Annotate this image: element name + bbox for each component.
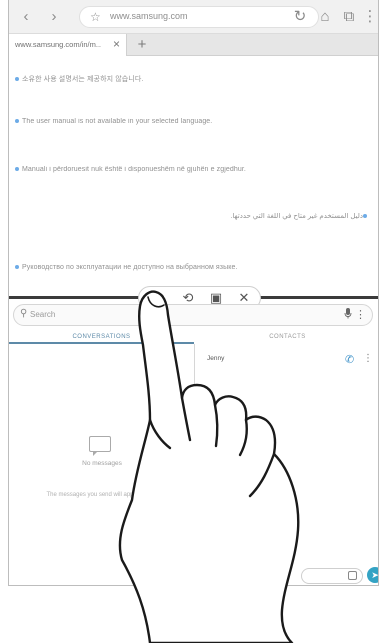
reload-icon[interactable]: ↻ bbox=[291, 8, 309, 26]
messages-search-bar[interactable]: ⚲ Search ⋮ bbox=[13, 304, 373, 326]
web-page-content: 소유한 사용 설명서는 제공하지 않습니다. The user manual i… bbox=[9, 56, 378, 296]
language-line[interactable]: دليل المستخدم غير متاح في اللغة التي حدد… bbox=[230, 212, 370, 220]
conversations-pane: No messages The messages you send will a… bbox=[9, 344, 195, 585]
language-line-text: The user manual is not available in your… bbox=[22, 118, 213, 125]
tab-title: www.samsung.com/in/m... bbox=[15, 40, 101, 49]
new-tab-button[interactable]: + bbox=[133, 36, 151, 54]
forward-icon[interactable]: › bbox=[45, 8, 63, 26]
back-icon[interactable]: ‹ bbox=[17, 8, 35, 26]
language-line-text: Руководство по эксплуатации не доступно … bbox=[22, 264, 238, 271]
browser-tab[interactable]: www.samsung.com/in/m... × bbox=[9, 34, 127, 56]
empty-state-title: No messages bbox=[82, 460, 122, 467]
contact-name: Jenny bbox=[207, 355, 225, 362]
language-line[interactable]: Manuali i përdoruesit nuk është i dispon… bbox=[15, 166, 246, 173]
url-bar[interactable]: ☆ www.samsung.com bbox=[79, 6, 319, 28]
speech-bubble-icon bbox=[89, 436, 111, 456]
home-icon[interactable]: ⌂ bbox=[316, 8, 334, 26]
empty-state-subtitle: The messages you send will appear here. bbox=[46, 492, 158, 498]
search-placeholder: Search bbox=[30, 310, 56, 319]
more-menu-icon[interactable]: ⋮ bbox=[363, 353, 373, 364]
tab-strip: www.samsung.com/in/m... × + bbox=[9, 34, 378, 56]
attach-icon[interactable] bbox=[348, 571, 357, 580]
mic-icon[interactable] bbox=[344, 308, 352, 322]
language-line[interactable]: 소유한 사용 설명서는 제공하지 않습니다. bbox=[15, 74, 143, 84]
language-line-text: 소유한 사용 설명서는 제공하지 않습니다. bbox=[22, 76, 144, 83]
messages-tabs: CONVERSATIONS CONTACTS bbox=[9, 330, 378, 344]
device-frame: ‹ › ☆ www.samsung.com ↻ ⌂ ⧉ ⋮ www.samsun… bbox=[8, 0, 379, 586]
phone-call-icon[interactable]: ✆ bbox=[345, 353, 354, 366]
message-compose-field[interactable] bbox=[301, 568, 363, 584]
search-icon: ⚲ bbox=[20, 308, 28, 319]
tab-conversations[interactable]: CONVERSATIONS bbox=[9, 330, 194, 344]
tabs-icon[interactable]: ⧉ bbox=[340, 8, 358, 26]
tab-contacts[interactable]: CONTACTS bbox=[195, 330, 378, 344]
screen: ‹ › ☆ www.samsung.com ↻ ⌂ ⧉ ⋮ www.samsun… bbox=[0, 0, 382, 643]
language-line[interactable]: Руководство по эксплуатации не доступно … bbox=[15, 264, 238, 271]
send-button[interactable]: ➤ bbox=[367, 567, 378, 583]
language-line-text: دليل المستخدم غير متاح في اللغة التي حدد… bbox=[230, 213, 363, 220]
more-menu-icon[interactable]: ⋮ bbox=[361, 8, 378, 26]
url-text: www.samsung.com bbox=[110, 11, 188, 21]
bookmark-star-icon[interactable]: ☆ bbox=[90, 10, 101, 24]
more-menu-icon[interactable]: ⋮ bbox=[355, 308, 366, 321]
language-line[interactable]: The user manual is not available in your… bbox=[15, 118, 212, 125]
language-line-text: Manuali i përdoruesit nuk është i dispon… bbox=[22, 166, 246, 173]
browser-toolbar: ‹ › ☆ www.samsung.com ↻ ⌂ ⧉ ⋮ bbox=[9, 0, 378, 34]
contact-list-item[interactable]: Jenny ✆ ⋮ bbox=[195, 350, 375, 370]
tab-close-icon[interactable]: × bbox=[113, 37, 120, 51]
